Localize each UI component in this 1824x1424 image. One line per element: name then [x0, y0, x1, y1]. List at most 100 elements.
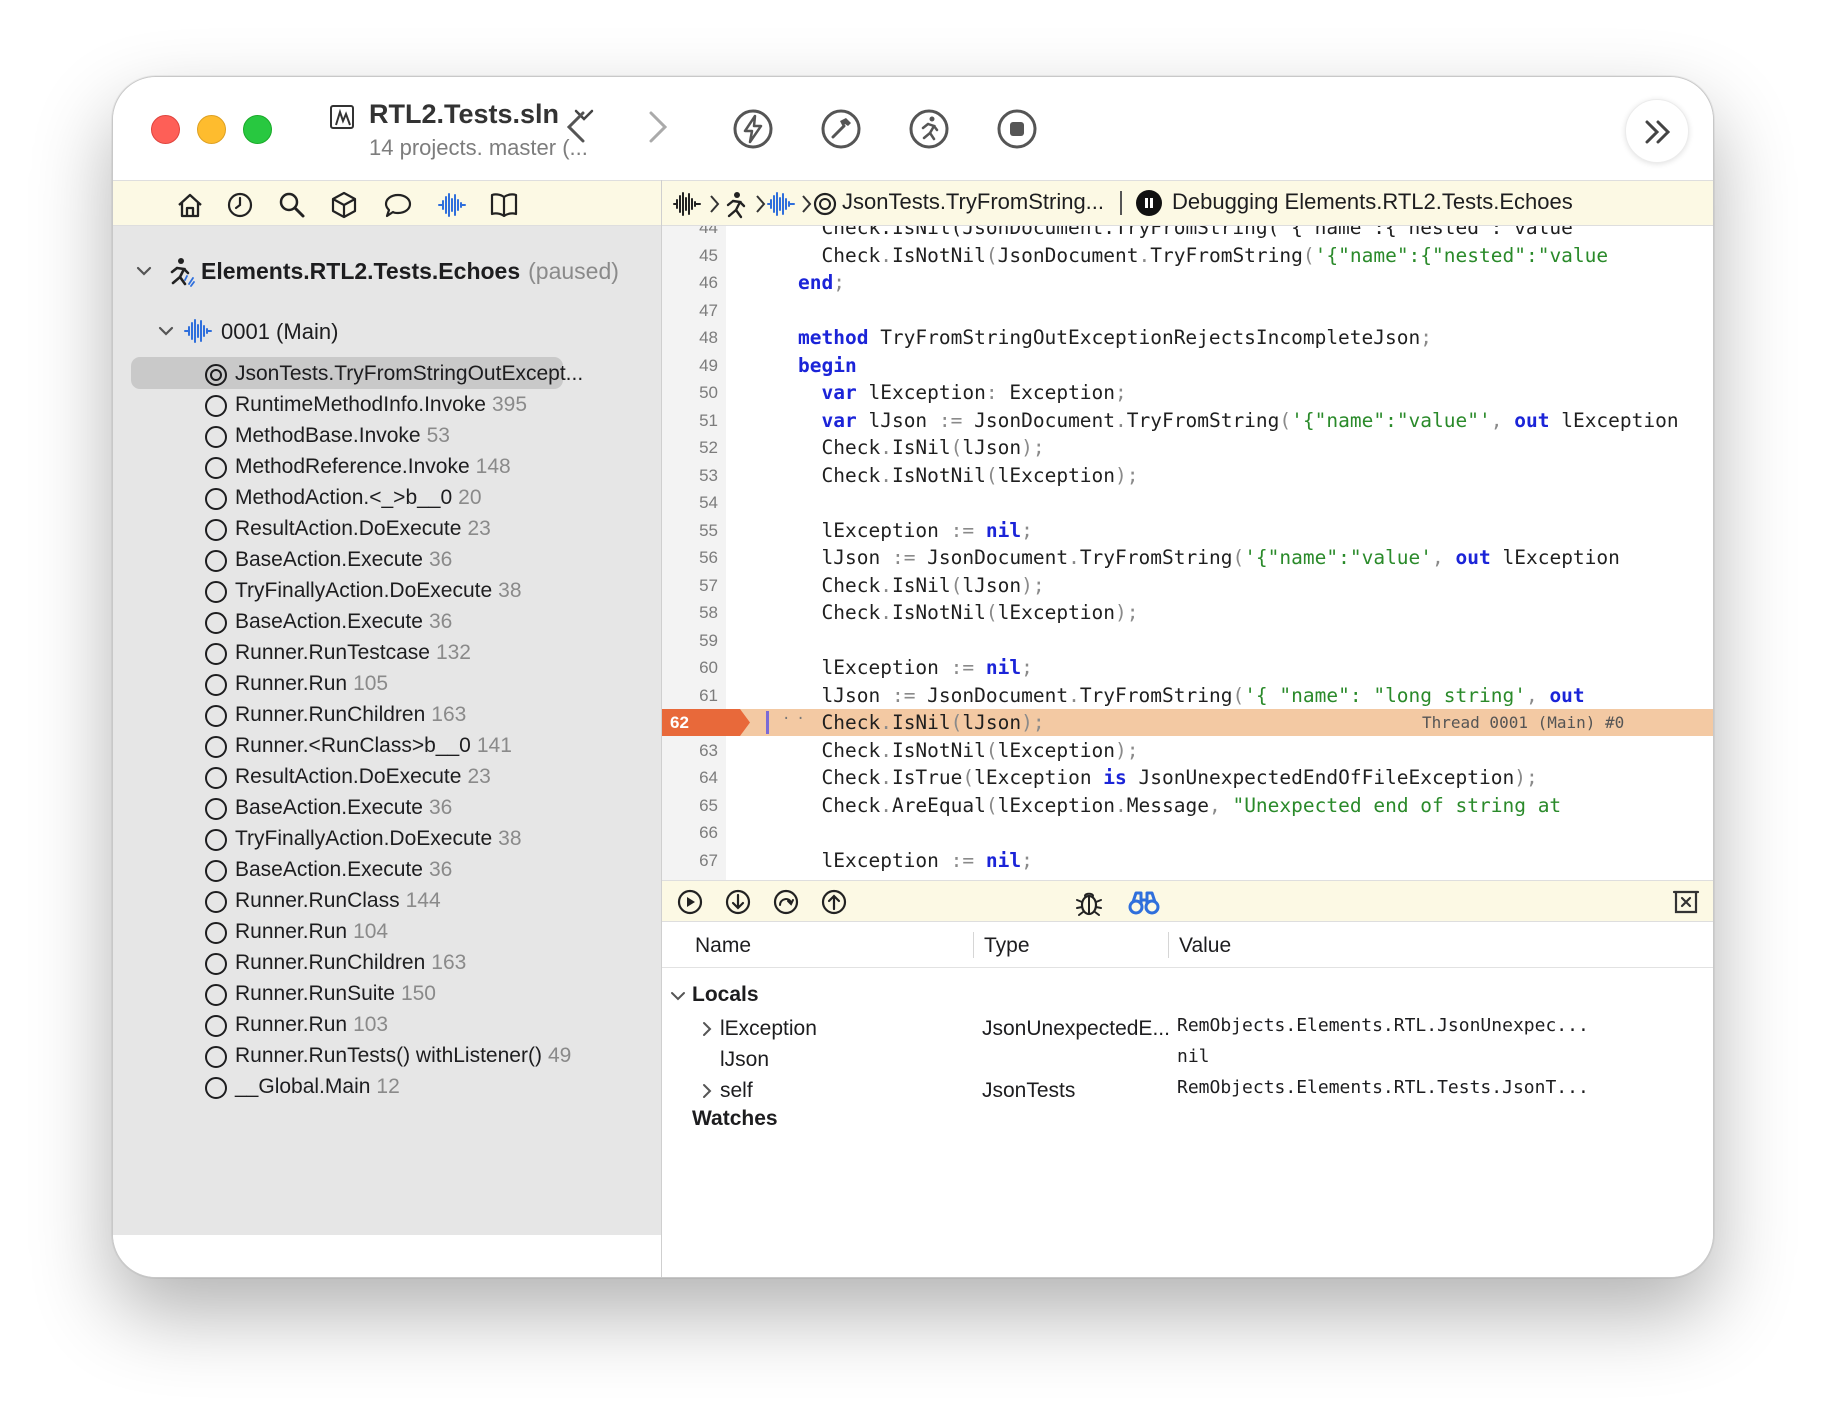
waveform-icon[interactable]	[437, 190, 467, 220]
code-line[interactable]: 50 var lException: Exception;	[662, 379, 1713, 406]
locals-group[interactable]: Locals	[671, 983, 759, 1007]
stack-frame-row[interactable]: BaseAction.Execute 36	[113, 793, 661, 824]
stack-frame-row[interactable]: Runner.Run 104	[113, 917, 661, 948]
stack-frame-row[interactable]: MethodReference.Invoke 148	[113, 452, 661, 483]
hammer-icon[interactable]	[819, 107, 863, 151]
stack-frame-row[interactable]: MethodBase.Invoke 53	[113, 421, 661, 452]
watches-group[interactable]: Watches	[692, 1107, 778, 1131]
stack-frame-row[interactable]: BaseAction.Execute 36	[113, 607, 661, 638]
chevron-right-icon[interactable]	[700, 1083, 714, 1099]
home-icon[interactable]	[175, 190, 205, 220]
code-line[interactable]: 61 lJson := JsonDocument.TryFromString('{…	[662, 682, 1713, 709]
stack-frame-row[interactable]: Runner.RunSuite 150	[113, 979, 661, 1010]
code-line[interactable]: 60 lException := nil;	[662, 654, 1713, 681]
column-divider[interactable]	[1168, 932, 1169, 958]
code-line[interactable]: 63 Check.IsNotNil(lException);	[662, 737, 1713, 764]
code-editor[interactable]: 44 Check.IsNil(JsonDocument.TryFromString…	[662, 226, 1713, 880]
code-line[interactable]: 54	[662, 489, 1713, 516]
binoculars-icon[interactable]	[1128, 888, 1160, 918]
stack-frame-row[interactable]: RuntimeMethodInfo.Invoke 395	[113, 390, 661, 421]
search-icon[interactable]	[277, 190, 307, 220]
code-line[interactable]: 53 Check.IsNotNil(lException);	[662, 462, 1713, 489]
code-line[interactable]: 65 Check.AreEqual(lException.Message, "Un…	[662, 792, 1713, 819]
zoom-window-button[interactable]	[243, 115, 272, 144]
column-type[interactable]: Type	[984, 934, 1030, 958]
process-row[interactable]: Elements.RTL2.Tests.Echoes (paused)	[113, 254, 661, 290]
thread-waveform-icon[interactable]	[766, 190, 796, 218]
more-button[interactable]	[1625, 99, 1689, 163]
code-line[interactable]: 58 Check.IsNotNil(lException);	[662, 599, 1713, 626]
stack-frame-row[interactable]: TryFinallyAction.DoExecute 38	[113, 824, 661, 855]
close-window-button[interactable]	[151, 115, 180, 144]
chevron-down-icon[interactable]	[157, 322, 175, 340]
stack-frame-row[interactable]: TryFinallyAction.DoExecute 38	[113, 576, 661, 607]
stack-frame-row[interactable]: Runner.RunClass 144	[113, 886, 661, 917]
column-name[interactable]: Name	[695, 934, 751, 958]
stack-frame-row[interactable]: ResultAction.DoExecute 23	[113, 762, 661, 793]
clear-icon[interactable]	[1671, 888, 1701, 916]
column-value[interactable]: Value	[1179, 934, 1231, 958]
minimize-window-button[interactable]	[197, 115, 226, 144]
frame-circle-icon	[205, 1046, 227, 1068]
stack-frame-row[interactable]: Runner.<RunClass>b__0 141	[113, 731, 661, 762]
code-line[interactable]: 48 method TryFromStringOutExceptionReject…	[662, 324, 1713, 351]
solution-title[interactable]: RTL2.Tests.sln	[369, 99, 559, 130]
code-line[interactable]: 64 Check.IsTrue(lException is JsonUnexpec…	[662, 764, 1713, 791]
lightning-icon[interactable]	[731, 107, 775, 151]
stack-frame-icon[interactable]	[812, 190, 838, 218]
breadcrumb-method[interactable]: JsonTests.TryFromString...	[842, 189, 1104, 215]
code-line[interactable]: 56 lJson := JsonDocument.TryFromString('{…	[662, 544, 1713, 571]
step-out-icon[interactable]	[820, 888, 848, 916]
stack-frame-row[interactable]: JsonTests.TryFromStringOutExcept...	[113, 357, 661, 390]
stack-frame-row[interactable]: Runner.RunChildren 163	[113, 700, 661, 731]
stack-frame-row[interactable]: ResultAction.DoExecute 23	[113, 514, 661, 545]
history-icon[interactable]	[225, 190, 255, 220]
run-icon[interactable]	[907, 107, 951, 151]
running-process-icon[interactable]	[720, 190, 750, 220]
current-code-line[interactable]: ·· 62 Check.IsNil(lJson); Thread 0001 (Main…	[662, 709, 1713, 736]
stack-frame-row[interactable]: BaseAction.Execute 36	[113, 855, 661, 886]
waveform-icon[interactable]	[672, 190, 702, 218]
stack-frame-row[interactable]: Runner.RunChildren 163	[113, 948, 661, 979]
code-line[interactable]: 51 var lJson := JsonDocument.TryFromStrin…	[662, 407, 1713, 434]
chevron-down-icon[interactable]	[670, 988, 686, 1004]
variable-row[interactable]: lException JsonUnexpectedE... RemObjects.E…	[662, 1014, 1713, 1045]
chat-icon[interactable]	[383, 190, 413, 220]
code-line[interactable]: 55 lException := nil;	[662, 517, 1713, 544]
code-line[interactable]: 49 begin	[662, 352, 1713, 379]
continue-icon[interactable]	[676, 888, 704, 916]
stack-frame-row[interactable]: Runner.RunTests() withListener() 49	[113, 1041, 661, 1072]
stop-icon[interactable]	[995, 107, 1039, 151]
code-line[interactable]: 57 Check.IsNil(lJson);	[662, 572, 1713, 599]
stack-frame-row[interactable]: Runner.RunTestcase 132	[113, 638, 661, 669]
stack-frame-row[interactable]: Runner.Run 105	[113, 669, 661, 700]
stack-frame-row[interactable]: Runner.Run 103	[113, 1010, 661, 1041]
step-over-icon[interactable]	[772, 888, 800, 916]
stack-frame-label: Runner.<RunClass>b__0	[235, 734, 471, 757]
chevron-down-icon[interactable]	[135, 262, 153, 280]
code-line[interactable]: 46 end;	[662, 269, 1713, 296]
column-divider[interactable]	[973, 932, 974, 958]
code-line[interactable]: 66	[662, 819, 1713, 846]
stack-frame-row[interactable]: BaseAction.Execute 36	[113, 545, 661, 576]
cube-icon[interactable]	[329, 190, 359, 220]
stack-frame-row[interactable]: MethodAction.<_>b__0 20	[113, 483, 661, 514]
code-line[interactable]: 45 Check.IsNotNil(JsonDocument.TryFromStr…	[662, 242, 1713, 269]
variable-row[interactable]: self JsonTests RemObjects.Elements.RTL.Tes…	[662, 1076, 1713, 1107]
bug-icon[interactable]	[1074, 888, 1104, 918]
code-line[interactable]: 47	[662, 297, 1713, 324]
stack-frame-label: Runner.RunClass	[235, 889, 400, 912]
code-line[interactable]: 59	[662, 627, 1713, 654]
code-line[interactable]: 52 Check.IsNil(lJson);	[662, 434, 1713, 461]
book-icon[interactable]	[489, 190, 519, 220]
chevron-right-icon[interactable]	[637, 105, 677, 149]
variable-row[interactable]: lJson nil	[662, 1045, 1713, 1076]
chevron-left-icon[interactable]	[557, 105, 597, 149]
thread-row[interactable]: 0001 (Main)	[113, 314, 661, 350]
stack-frame-row[interactable]: __Global.Main 12	[113, 1072, 661, 1103]
code-line[interactable]: 44 Check.IsNil(JsonDocument.TryFromString…	[662, 226, 1713, 241]
chevron-right-icon[interactable]	[700, 1021, 714, 1037]
step-into-icon[interactable]	[724, 888, 752, 916]
stack-frame-line-number: 141	[476, 734, 512, 757]
code-line[interactable]: 67 lException := nil;	[662, 847, 1713, 874]
